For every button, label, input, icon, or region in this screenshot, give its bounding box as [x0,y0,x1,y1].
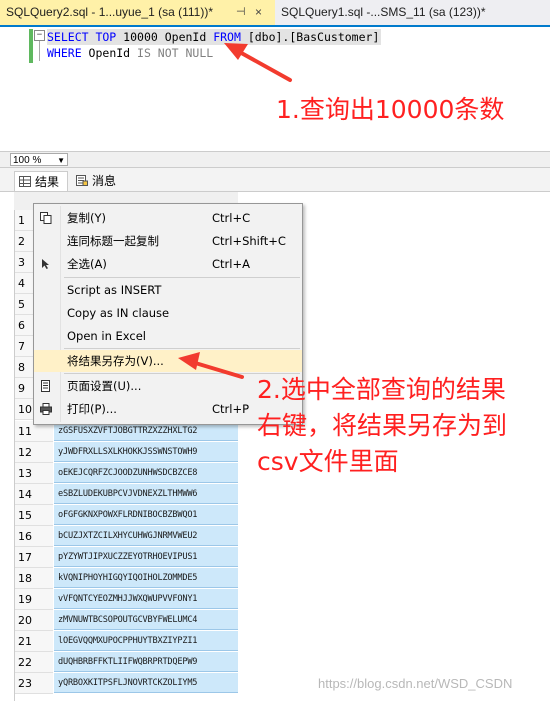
row-number[interactable]: 23 [15,673,53,695]
menu-item-select-all[interactable]: 全选(A) Ctrl+A [34,253,302,275]
code-line-1[interactable]: SELECT TOP 10000 OpenId FROM [dbo].[BasC… [47,29,382,45]
table-cell[interactable]: oEKEJCQRFZCJOODZUNHWSDCBZCE8 [54,462,238,483]
tab-results[interactable]: 结果 [14,171,68,191]
row-number[interactable]: 14 [15,483,53,505]
row-number[interactable]: 15 [15,504,53,526]
keyword: FROM [213,30,241,44]
menu-item-copy-in-clause[interactable]: Copy as IN clause [34,302,302,324]
tab-sqlquery1[interactable]: SQLQuery1.sql -...SMS_11 (sa (123))* [277,0,550,25]
menu-item-script-insert[interactable]: Script as INSERT [34,279,302,301]
result-tab-strip: 结果 消息 [0,168,550,192]
table-cell[interactable]: eSBZLUDEKUBPCVJVDNEXZLTHMWW6 [54,483,238,504]
menu-item-label: 全选(A) [67,257,107,271]
tab-sqlquery2[interactable]: SQLQuery2.sql - 1...uyue_1 (sa (111))* ⊣… [0,0,275,25]
row-number[interactable]: 20 [15,609,53,631]
table-cell[interactable]: yJWDFRXLLSXLKHOKKJSSWNSTOWH9 [54,441,238,462]
row-number[interactable]: 13 [15,462,53,484]
zoom-bar: 100 % ▼ [0,151,550,168]
code-line-2[interactable]: WHERE OpenId IS NOT NULL [47,45,213,61]
table-cell[interactable]: kVQNIPHOYHIGQYIQOIHOLZOMMDE5 [54,567,238,588]
collapse-toggle-icon[interactable]: − [34,30,45,41]
chevron-down-icon: ▼ [57,156,65,165]
close-icon[interactable]: × [255,0,262,25]
row-number[interactable]: 17 [15,546,53,568]
menu-item-label: 将结果另存为(V)... [67,354,164,368]
row-number[interactable]: 12 [15,441,53,463]
menu-item-label: Copy as IN clause [67,306,170,320]
annotation-step-2: 2.选中全部查询的结果 右键，将结果另存为到 csv文件里面 [257,372,507,480]
table-cell[interactable]: oFGFGKNXPOWXFLRDNIBOCBZBWQO1 [54,504,238,525]
menu-item-shortcut: Ctrl+Shift+C [212,234,286,248]
table-cell[interactable]: yQRBOXKITPSFLJNOVRTCKZOLIYM5 [54,673,238,694]
table-cell[interactable]: zMVNUWTBCSOPOUTGCVBYFWELUMC4 [54,609,238,630]
menu-item-shortcut: Ctrl+P [212,402,250,416]
menu-item-label: 页面设置(U)... [67,379,142,393]
tab-label: SQLQuery2.sql - 1...uyue_1 (sa (111))* [6,5,213,19]
menu-item-copy-with-headers[interactable]: 连同标题一起复制 Ctrl+Shift+C [34,230,302,252]
fold-line [39,41,40,61]
menu-item-save-results-as[interactable]: 将结果另存为(V)... [34,350,302,372]
table-cell[interactable]: dUQHBRBFFKTLIIFWQBRPRTDQEPW9 [54,652,238,673]
annotation-step-1: 1.查询出10000条数 [276,95,505,124]
table-cell[interactable]: bCUZJXTZCILXHYCUHWGJNRMVWEU2 [54,525,238,546]
row-number[interactable]: 21 [15,631,53,652]
column-name: OpenId [81,46,138,60]
number-literal: 10000 [116,30,165,44]
tab-results-label: 结果 [35,175,60,189]
document-tab-strip: SQLQuery2.sql - 1...uyue_1 (sa (111))* ⊣… [0,0,550,27]
menu-item-shortcut: Ctrl+C [212,211,251,225]
menu-item-copy[interactable]: 复制(Y) Ctrl+C [34,207,302,229]
table-cell[interactable]: pYZYWTJIPXUCZZEYOTRHOEVIPUS1 [54,546,238,567]
keyword: SELECT TOP [47,30,117,44]
tab-messages-label: 消息 [92,174,117,188]
pin-icon[interactable]: ⊣ [236,0,246,25]
tab-label: SQLQuery1.sql -...SMS_11 (sa (123))* [281,5,486,19]
column-name: OpenId [164,30,214,44]
zoom-select[interactable]: 100 % ▼ [10,153,68,166]
page-setup-icon [41,380,50,392]
copy-icon [40,212,52,224]
select-all-icon [42,259,49,269]
row-number[interactable]: 19 [15,588,53,610]
menu-item-open-excel[interactable]: Open in Excel [34,325,302,347]
menu-item-label: Open in Excel [67,329,146,343]
watermark: https://blog.csdn.net/WSD_CSDN [318,676,513,691]
change-indicator [29,29,33,63]
menu-item-label: 打印(P)... [67,402,117,416]
message-icon [76,175,88,186]
annotation-line: csv文件里面 [257,447,399,476]
menu-separator [64,277,300,278]
menu-item-label: 复制(Y) [67,211,106,225]
annotation-line: 右键，将结果另存为到 [257,411,508,440]
menu-item-label: Script as INSERT [67,283,162,297]
table-cell[interactable]: vVFQNTCYEOZMHJJWXQWUPVVFONY1 [54,588,238,609]
grid-icon [19,176,31,187]
row-number[interactable]: 22 [15,652,53,674]
zoom-value: 100 % [13,155,42,166]
menu-item-shortcut: Ctrl+A [212,257,250,271]
table-name: [dbo].[BasCustomer] [240,30,380,44]
table-cell[interactable]: lOEGVQQMXUPOCPPHUYTBXZIYPZI1 [54,631,238,651]
annotation-line: 2.选中全部查询的结果 [257,375,506,404]
menu-item-label: 连同标题一起复制 [67,234,159,248]
menu-separator [64,348,300,349]
keyword: WHERE [47,46,82,60]
tab-messages[interactable]: 消息 [72,171,126,191]
row-number[interactable]: 18 [15,567,53,589]
query-editor[interactable]: − SELECT TOP 10000 OpenId FROM [dbo].[Ba… [0,27,550,151]
row-number[interactable]: 16 [15,525,53,547]
printer-icon [40,403,52,415]
operator: IS NOT NULL [137,46,214,60]
